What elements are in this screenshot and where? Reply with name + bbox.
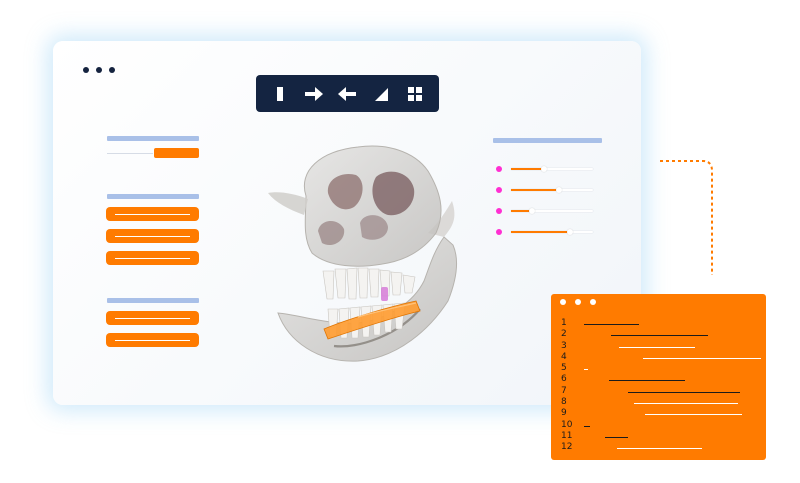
arrow-right-icon: [304, 86, 323, 101]
code-dot-3[interactable]: [590, 299, 596, 305]
slider-handle[interactable]: [555, 187, 562, 193]
slider-indicator-dot: [496, 208, 502, 214]
window-dot-1[interactable]: [83, 67, 89, 73]
line-number: 4: [561, 351, 567, 362]
code-text-bar: [610, 335, 708, 337]
code-text-bar: [584, 425, 590, 427]
slider-track[interactable]: [511, 229, 593, 235]
grid-icon: [408, 86, 423, 101]
line-number: 10: [561, 419, 573, 430]
line-number: 8: [561, 397, 567, 408]
code-line[interactable]: 4: [561, 352, 761, 363]
left-panel-header-3: [107, 298, 199, 303]
property-value-field[interactable]: [154, 148, 199, 158]
code-text-bar: [584, 324, 640, 325]
left-panel-header-1: [107, 136, 199, 141]
slider-track[interactable]: [511, 208, 593, 214]
code-line[interactable]: 12: [561, 442, 761, 453]
option-button-2[interactable]: [106, 229, 199, 243]
line-number: 11: [561, 430, 573, 441]
code-text-bar: [643, 357, 761, 359]
code-line[interactable]: 1: [561, 318, 761, 329]
slider-1[interactable]: [496, 164, 596, 174]
property-label-line: [107, 153, 153, 154]
code-text-bar: [605, 436, 628, 438]
slider-track[interactable]: [511, 166, 593, 172]
code-dot-1[interactable]: [560, 299, 566, 305]
slider-indicator-dot: [496, 229, 502, 235]
toolbar: [256, 75, 439, 112]
code-line[interactable]: 9: [561, 408, 761, 419]
tool-angle[interactable]: [371, 84, 391, 104]
code-line[interactable]: 10: [561, 420, 761, 431]
slider-handle[interactable]: [567, 229, 574, 235]
option-button-1[interactable]: [106, 207, 199, 221]
slider-2[interactable]: [496, 185, 596, 195]
option-button-4[interactable]: [106, 311, 199, 325]
code-dot-2[interactable]: [575, 299, 581, 305]
code-line[interactable]: 11: [561, 431, 761, 442]
skull-model[interactable]: [248, 141, 463, 366]
arrow-left-icon: [338, 86, 357, 101]
line-number: 9: [561, 408, 567, 419]
window-controls: [83, 67, 115, 73]
code-line[interactable]: 5: [561, 363, 761, 374]
code-text-bar: [628, 391, 741, 393]
slider-indicator-dot: [496, 187, 502, 193]
line-number: 3: [561, 340, 567, 351]
window-dot-2[interactable]: [96, 67, 102, 73]
slider-indicator-dot: [496, 166, 502, 172]
tool-right[interactable]: [304, 84, 324, 104]
code-text-bar: [609, 380, 685, 382]
code-line[interactable]: 7: [561, 386, 761, 397]
slider-fill: [511, 231, 571, 233]
slider-handle[interactable]: [528, 208, 535, 214]
code-text-bar: [584, 369, 589, 371]
tool-grid[interactable]: [405, 84, 425, 104]
code-text-bar: [645, 414, 742, 416]
dashed-connector: [660, 160, 713, 275]
line-number: 2: [561, 329, 567, 340]
code-line[interactable]: 6: [561, 374, 761, 385]
line-number: 12: [561, 442, 573, 453]
code-text-bar: [633, 403, 739, 405]
code-window: 1 2 3 4 5 6 7 8 9 10 11 12: [551, 294, 766, 460]
left-panel-header-2: [107, 194, 199, 199]
slider-4[interactable]: [496, 227, 596, 237]
slider-handle[interactable]: [540, 166, 547, 172]
code-text-bar: [618, 346, 695, 348]
line-number: 6: [561, 374, 567, 385]
code-line[interactable]: 2: [561, 329, 761, 340]
code-text-bar: [616, 448, 703, 450]
right-panel-header: [493, 138, 602, 143]
slider-track[interactable]: [511, 187, 593, 193]
code-line[interactable]: 3: [561, 341, 761, 352]
slider-fill: [511, 168, 544, 170]
option-button-5[interactable]: [106, 333, 199, 347]
line-number: 7: [561, 385, 567, 396]
option-button-3[interactable]: [106, 251, 199, 265]
tool-left[interactable]: [337, 84, 357, 104]
triangle-icon: [375, 87, 389, 101]
window-dot-3[interactable]: [109, 67, 115, 73]
slider-3[interactable]: [496, 206, 596, 216]
slider-fill: [511, 189, 559, 191]
bar-icon: [276, 86, 283, 101]
code-window-controls: [560, 299, 596, 305]
tool-select[interactable]: [270, 84, 290, 104]
line-number: 1: [561, 318, 567, 328]
line-number: 5: [561, 363, 567, 374]
code-line[interactable]: 8: [561, 397, 761, 408]
code-editor[interactable]: 1 2 3 4 5 6 7 8 9 10 11 12: [561, 318, 761, 454]
